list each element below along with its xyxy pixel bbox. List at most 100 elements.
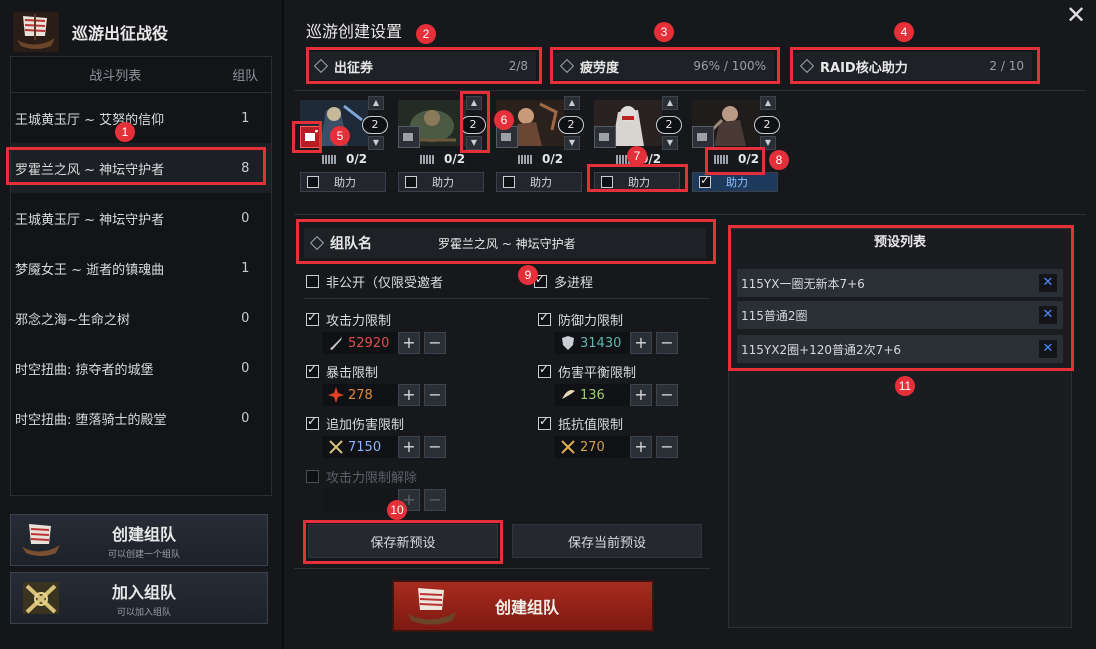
attack-limit-checkbox[interactable]: 攻击力限制 — [306, 310, 391, 329]
add-support-icon[interactable] — [300, 126, 322, 148]
resist-plus-button[interactable]: + — [630, 436, 652, 458]
private-box[interactable] — [306, 275, 319, 288]
defense-limit-field[interactable]: 31430 — [554, 332, 636, 354]
assist-toggle[interactable]: 助力 — [496, 172, 582, 192]
count-up-button[interactable]: ▲ — [564, 96, 580, 110]
assist-toggle[interactable]: 助力 — [300, 172, 386, 192]
battle-row[interactable]: 时空扭曲: 掠夺者的城堡 0 — [11, 343, 271, 393]
resist-limit-field[interactable]: 270 — [554, 436, 636, 458]
crit-minus-button[interactable]: − — [424, 384, 446, 406]
crit-limit-box[interactable] — [306, 362, 319, 378]
party-name-label: 组队名 — [330, 236, 372, 252]
add-support-icon[interactable] — [594, 126, 616, 148]
battle-row-selected[interactable]: 罗霍兰之风 ~ 神坛守护者 8 — [11, 143, 271, 193]
battle-row[interactable]: 梦魇女王 ~ 逝者的镇魂曲 1 — [11, 243, 271, 293]
extra-damage-limit-checkbox[interactable]: 追加伤害限制 — [306, 414, 404, 433]
resist-limit-box[interactable] — [538, 414, 551, 430]
count-up-button[interactable]: ▲ — [760, 96, 776, 110]
annotation-badge: 7 — [627, 146, 647, 166]
assist-toggle[interactable]: 助力 — [398, 172, 484, 192]
multi-process-checkbox[interactable]: 多进程 — [534, 272, 593, 291]
raid-stat: RAID核心助力 2 / 10 — [794, 52, 1032, 80]
preset-item[interactable]: 115YX2圈+120普通2次7+6 ✕ — [737, 335, 1063, 363]
assist-toggle[interactable]: 助力 — [594, 172, 680, 192]
battle-row[interactable]: 王城黄玉厅 ~ 神坛守护者 0 — [11, 193, 271, 243]
unlock-minus-button[interactable]: − — [424, 489, 446, 511]
count-up-button[interactable]: ▲ — [368, 96, 384, 110]
add-support-icon[interactable] — [692, 126, 714, 148]
create-party-button[interactable]: 创建组队 — [392, 580, 654, 632]
run-count-badge: 2 — [754, 116, 780, 134]
balance-limit-box[interactable] — [538, 362, 551, 378]
left-header: 巡游出征战役 — [10, 12, 168, 52]
assist-checkbox[interactable] — [307, 176, 319, 188]
assist-checkbox[interactable] — [699, 173, 711, 188]
count-down-button[interactable]: ▼ — [368, 136, 384, 150]
close-icon[interactable]: ✕ — [1064, 3, 1088, 28]
extra-plus-button[interactable]: + — [398, 436, 420, 458]
attack-limit-field[interactable]: 52920 — [322, 332, 404, 354]
attack-unlock-box[interactable] — [306, 470, 319, 483]
balance-limit-checkbox[interactable]: 伤害平衡限制 — [538, 362, 636, 381]
attack-unlock-checkbox[interactable]: 攻击力限制解除 — [306, 467, 417, 486]
balance-limit-field[interactable]: 136 — [554, 384, 636, 406]
extra-damage-limit-field[interactable]: 7150 — [322, 436, 404, 458]
assist-toggle[interactable]: 助力 — [692, 172, 778, 192]
extra-damage-limit-box[interactable] — [306, 414, 319, 430]
annotation-badge: 11 — [895, 376, 915, 396]
attack-limit-box[interactable] — [306, 310, 319, 326]
assist-checkbox[interactable] — [405, 176, 417, 188]
crit-limit-checkbox[interactable]: 暴击限制 — [306, 362, 378, 381]
balance-limit-value: 136 — [580, 387, 605, 403]
defense-minus-button[interactable]: − — [656, 332, 678, 354]
join-party-button[interactable]: 加入组队 可以加入组队 — [10, 572, 268, 624]
slot-ticket-count: 0/2 — [444, 152, 466, 166]
sword-icon — [328, 335, 344, 351]
run-count-badge: 2 — [656, 116, 682, 134]
resist-minus-button[interactable]: − — [656, 436, 678, 458]
preset-item[interactable]: 115YX一圈无新本7+6 ✕ — [737, 269, 1063, 297]
balance-plus-button[interactable]: + — [630, 384, 652, 406]
party-name-row: 组队名 — [304, 228, 706, 258]
battle-row[interactable]: 邪念之海~生命之树 0 — [11, 293, 271, 343]
count-up-button[interactable]: ▲ — [662, 96, 678, 110]
crossed-blades-icon — [560, 439, 576, 455]
run-count-badge: 2 — [558, 116, 584, 134]
delete-icon[interactable]: ✕ — [1039, 274, 1057, 292]
defense-limit-checkbox[interactable]: 防御力限制 — [538, 310, 623, 329]
assist-checkbox[interactable] — [503, 176, 515, 188]
battle-count: 0 — [241, 360, 250, 376]
defense-limit-box[interactable] — [538, 310, 551, 326]
create-party-side-button[interactable]: 创建组队 可以创建一个组队 — [10, 514, 268, 566]
ticket-icon — [322, 154, 336, 164]
assist-checkbox[interactable] — [601, 176, 613, 188]
attack-plus-button[interactable]: + — [398, 332, 420, 354]
count-up-button[interactable]: ▲ — [466, 96, 482, 110]
defense-plus-button[interactable]: + — [630, 332, 652, 354]
crit-plus-button[interactable]: + — [398, 384, 420, 406]
battle-list-header-count: 组队 — [232, 69, 259, 84]
resist-limit-checkbox[interactable]: 抵抗值限制 — [538, 414, 623, 433]
delete-icon[interactable]: ✕ — [1039, 340, 1057, 358]
diamond-icon — [799, 58, 815, 74]
party-name-input[interactable] — [438, 236, 698, 250]
attack-minus-button[interactable]: − — [424, 332, 446, 354]
count-down-button[interactable]: ▼ — [760, 136, 776, 150]
battle-list-header-name: 战斗列表 — [89, 69, 142, 84]
count-down-button[interactable]: ▼ — [564, 136, 580, 150]
delete-icon[interactable]: ✕ — [1039, 306, 1057, 324]
count-down-button[interactable]: ▼ — [466, 136, 482, 150]
add-support-icon[interactable] — [398, 126, 420, 148]
crit-limit-field[interactable]: 278 — [322, 384, 404, 406]
extra-minus-button[interactable]: − — [424, 436, 446, 458]
count-down-button[interactable]: ▼ — [662, 136, 678, 150]
private-checkbox[interactable]: 非公开（仅限受邀者 — [306, 272, 443, 291]
battle-row[interactable]: 时空扭曲: 堕落骑士的殿堂 0 — [11, 393, 271, 443]
save-current-preset-button[interactable]: 保存当前预设 — [512, 524, 702, 558]
preset-item[interactable]: 115普通2圈 ✕ — [737, 301, 1063, 329]
create-party-side-title: 创建组队 — [111, 524, 176, 544]
balance-minus-button[interactable]: − — [656, 384, 678, 406]
battle-row[interactable]: 王城黄玉厅 ~ 艾努的信仰 1 — [11, 93, 271, 143]
battle-name: 罗霍兰之风 ~ 神坛守护者 — [15, 162, 165, 178]
save-new-preset-button[interactable]: 保存新预设 — [308, 524, 498, 558]
